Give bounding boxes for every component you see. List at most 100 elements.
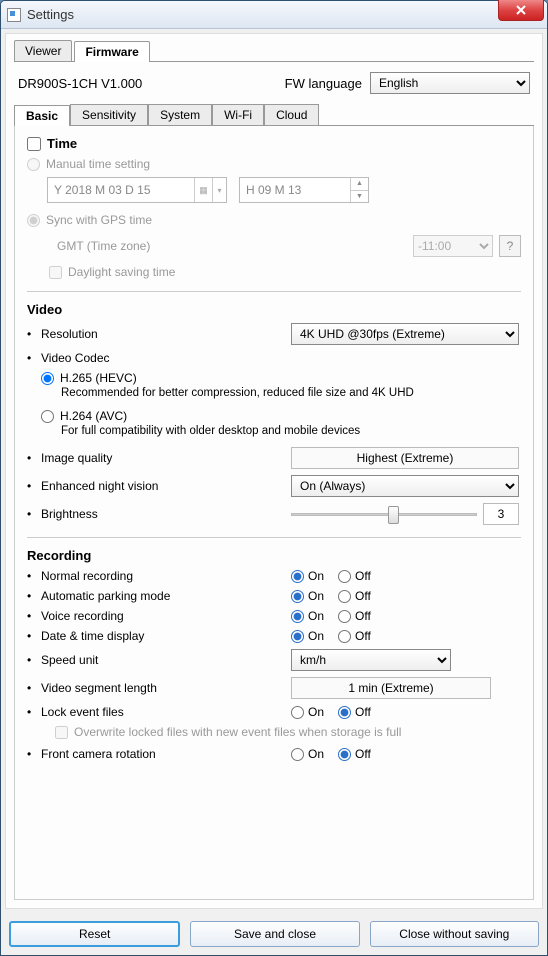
tab-viewer[interactable]: Viewer bbox=[14, 40, 72, 61]
dst-checkbox[interactable] bbox=[49, 266, 62, 279]
time-enable-checkbox[interactable] bbox=[27, 137, 41, 151]
lock-label: Lock event files bbox=[41, 705, 291, 719]
gmt-row: GMT (Time zone) -11:00 ? bbox=[57, 235, 521, 257]
voice-label: Voice recording bbox=[41, 609, 291, 623]
brightness-value: 3 bbox=[483, 503, 519, 525]
codec-block: H.265 (HEVC) Recommended for better comp… bbox=[41, 371, 521, 437]
footer: Reset Save and close Close without savin… bbox=[1, 913, 547, 955]
top-tabs: Viewer Firmware bbox=[14, 40, 534, 62]
spin-down-icon[interactable]: ▼ bbox=[351, 191, 368, 203]
codec-label-row: • Video Codec bbox=[27, 351, 521, 365]
tab-cloud[interactable]: Cloud bbox=[264, 104, 319, 125]
divider bbox=[27, 537, 521, 538]
resolution-label: Resolution bbox=[41, 327, 291, 341]
h265-radio[interactable] bbox=[41, 372, 54, 385]
gmt-help-button[interactable]: ? bbox=[499, 235, 521, 257]
settings-window: Settings Viewer Firmware DR900S-1CH V1.0… bbox=[0, 0, 548, 956]
brightness-label: Brightness bbox=[41, 507, 291, 521]
h264-label: H.264 (AVC) bbox=[60, 409, 127, 423]
recording-heading: Recording bbox=[27, 548, 521, 563]
parking-off-radio[interactable] bbox=[338, 590, 351, 603]
time-input[interactable]: H 09 M 13 ▲▼ bbox=[239, 177, 369, 203]
time-heading-row: Time bbox=[27, 136, 521, 151]
tab-wifi[interactable]: Wi-Fi bbox=[212, 104, 264, 125]
tab-sensitivity[interactable]: Sensitivity bbox=[70, 104, 148, 125]
image-quality-row: • Image quality Highest (Extreme) bbox=[27, 447, 521, 469]
app-icon bbox=[7, 8, 21, 22]
spin-up-icon[interactable]: ▲ bbox=[351, 178, 368, 191]
brightness-slider[interactable] bbox=[291, 504, 477, 524]
save-button[interactable]: Save and close bbox=[190, 921, 359, 947]
normal-on-radio[interactable] bbox=[291, 570, 304, 583]
model-label: DR900S-1CH V1.000 bbox=[18, 76, 142, 91]
night-vision-select[interactable]: On (Always) bbox=[291, 475, 519, 497]
fw-language-label: FW language bbox=[285, 76, 362, 91]
sync-gps-label: Sync with GPS time bbox=[46, 213, 152, 227]
dst-label: Daylight saving time bbox=[68, 265, 175, 279]
reset-button[interactable]: Reset bbox=[9, 921, 180, 947]
resolution-select[interactable]: 4K UHD @30fps (Extreme) bbox=[291, 323, 519, 345]
date-input[interactable]: Y 2018 M 03 D 15 ▦▾ bbox=[47, 177, 227, 203]
close-icon bbox=[515, 5, 527, 15]
overwrite-checkbox[interactable] bbox=[55, 726, 68, 739]
speed-unit-label: Speed unit bbox=[41, 653, 291, 667]
night-vision-label: Enhanced night vision bbox=[41, 479, 291, 493]
manual-time-radio[interactable] bbox=[27, 158, 40, 171]
normal-recording-label: Normal recording bbox=[41, 569, 291, 583]
gmt-select[interactable]: -11:00 bbox=[413, 235, 493, 257]
sync-gps-radio[interactable] bbox=[27, 214, 40, 227]
segment-value: 1 min (Extreme) bbox=[291, 677, 491, 699]
model-row: DR900S-1CH V1.000 FW language English bbox=[14, 62, 534, 104]
calendar-icon: ▦ bbox=[195, 178, 212, 202]
datetime-on-radio[interactable] bbox=[291, 630, 304, 643]
voice-off-radio[interactable] bbox=[338, 610, 351, 623]
rotation-label: Front camera rotation bbox=[41, 747, 291, 761]
lock-off-radio[interactable] bbox=[338, 706, 351, 719]
resolution-row: • Resolution 4K UHD @30fps (Extreme) bbox=[27, 323, 521, 345]
time-heading: Time bbox=[47, 136, 77, 151]
close-button[interactable] bbox=[498, 0, 544, 21]
gmt-label: GMT (Time zone) bbox=[57, 239, 413, 253]
image-quality-value: Highest (Extreme) bbox=[291, 447, 519, 469]
normal-off-radio[interactable] bbox=[338, 570, 351, 583]
titlebar: Settings bbox=[1, 1, 547, 29]
tab-system[interactable]: System bbox=[148, 104, 212, 125]
slider-thumb[interactable] bbox=[388, 506, 399, 524]
overwrite-label: Overwrite locked files with new event fi… bbox=[74, 725, 401, 739]
lock-on-radio[interactable] bbox=[291, 706, 304, 719]
voice-on-radio[interactable] bbox=[291, 610, 304, 623]
h264-desc: For full compatibility with older deskto… bbox=[61, 425, 521, 437]
speed-unit-select[interactable]: km/h bbox=[291, 649, 451, 671]
rotation-off-radio[interactable] bbox=[338, 748, 351, 761]
codec-label: Video Codec bbox=[41, 351, 521, 365]
manual-time-label: Manual time setting bbox=[46, 157, 150, 171]
dst-row: Daylight saving time bbox=[49, 265, 521, 279]
image-quality-label: Image quality bbox=[41, 451, 291, 465]
tab-firmware[interactable]: Firmware bbox=[74, 41, 149, 62]
h265-desc: Recommended for better compression, redu… bbox=[61, 387, 521, 399]
tab-basic[interactable]: Basic bbox=[14, 105, 70, 126]
date-row: Y 2018 M 03 D 15 ▦▾ H 09 M 13 ▲▼ bbox=[47, 177, 521, 203]
datetime-label: Date & time display bbox=[41, 629, 291, 643]
client-area: Viewer Firmware DR900S-1CH V1.000 FW lan… bbox=[5, 33, 543, 909]
window-title: Settings bbox=[27, 7, 74, 22]
sync-gps-row: Sync with GPS time bbox=[27, 213, 521, 227]
segment-label: Video segment length bbox=[41, 681, 291, 695]
video-heading: Video bbox=[27, 302, 521, 317]
basic-page: Time Manual time setting Y 2018 M 03 D 1… bbox=[14, 126, 534, 900]
sub-tabs: Basic Sensitivity System Wi-Fi Cloud bbox=[14, 104, 534, 126]
rotation-on-radio[interactable] bbox=[291, 748, 304, 761]
parking-label: Automatic parking mode bbox=[41, 589, 291, 603]
h265-label: H.265 (HEVC) bbox=[60, 371, 137, 385]
brightness-row: • Brightness 3 bbox=[27, 503, 521, 525]
datetime-off-radio[interactable] bbox=[338, 630, 351, 643]
manual-time-row: Manual time setting bbox=[27, 157, 521, 171]
overwrite-row: Overwrite locked files with new event fi… bbox=[55, 725, 521, 739]
chevron-down-icon: ▾ bbox=[212, 178, 226, 202]
close-no-save-button[interactable]: Close without saving bbox=[370, 921, 539, 947]
fw-language-select[interactable]: English bbox=[370, 72, 530, 94]
night-vision-row: • Enhanced night vision On (Always) bbox=[27, 475, 521, 497]
parking-on-radio[interactable] bbox=[291, 590, 304, 603]
divider bbox=[27, 291, 521, 292]
h264-radio[interactable] bbox=[41, 410, 54, 423]
